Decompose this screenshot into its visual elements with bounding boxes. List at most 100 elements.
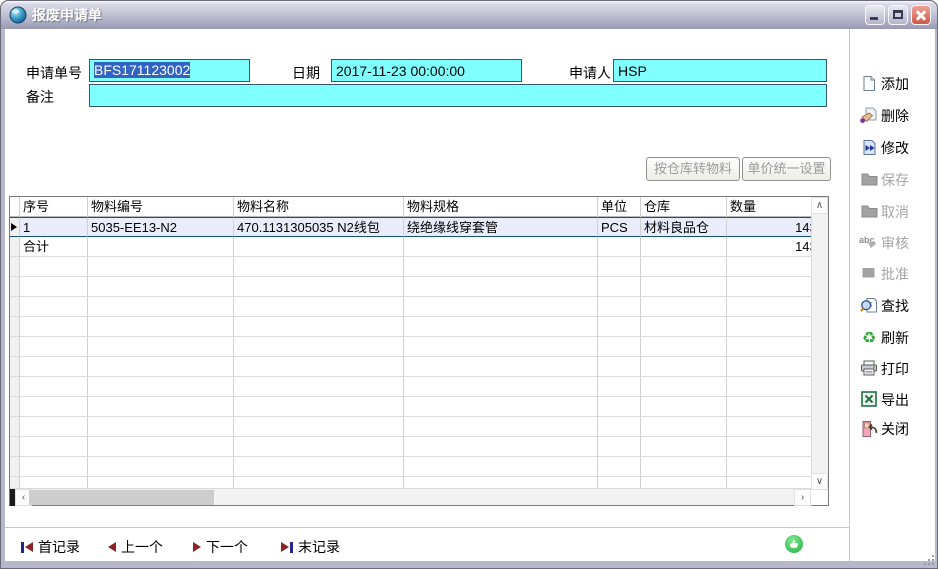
cell-unit: PCS	[598, 217, 641, 237]
table-body: 1 5035-EE13-N2 470.1131305035 N2线包 绕绝缘线穿…	[10, 217, 828, 490]
column-header-warehouse[interactable]: 仓库	[641, 197, 727, 217]
excel-export-icon	[859, 391, 879, 409]
date-input[interactable]	[331, 59, 522, 82]
delete-button[interactable]: 删除	[859, 105, 909, 127]
cell-name: 470.1131305035 N2线包	[234, 217, 404, 237]
main-panel: 申请单号 BFS171123002 日期 申请人 备注 按仓库转物料 单价统一设…	[5, 29, 850, 561]
approve-button: 批准	[859, 263, 909, 285]
add-document-icon	[859, 75, 879, 93]
sidebar-label: 刷新	[881, 328, 909, 348]
column-header-code[interactable]: 物料编号	[88, 197, 234, 217]
nav-label: 首记录	[38, 537, 80, 557]
current-row-pointer-icon	[11, 223, 17, 231]
empty-row	[10, 417, 828, 437]
column-header-spec[interactable]: 物料规格	[404, 197, 598, 217]
close-form-button[interactable]: 关闭	[859, 418, 909, 440]
horizontal-scrollbar[interactable]: ‹ ›	[10, 488, 811, 505]
approve-stamp-icon	[859, 265, 879, 283]
minimize-button[interactable]	[865, 5, 885, 25]
find-button[interactable]: i 查找	[859, 295, 909, 317]
empty-row	[10, 377, 828, 397]
sidebar-label: 审核	[881, 233, 909, 253]
print-button[interactable]: 打印	[859, 358, 909, 380]
close-button[interactable]	[911, 5, 931, 25]
cell-code: 5035-EE13-N2	[88, 217, 234, 237]
column-header-unit[interactable]: 单位	[598, 197, 641, 217]
sidebar-label: 删除	[881, 106, 909, 126]
find-magnifier-icon: i	[859, 297, 879, 315]
thumbs-up-green-icon	[784, 534, 804, 554]
row-selector[interactable]	[10, 217, 20, 237]
export-button[interactable]: 导出	[859, 389, 909, 411]
add-button[interactable]: 添加	[859, 73, 909, 95]
delete-hand-icon	[859, 107, 879, 125]
sidebar-label: 打印	[881, 359, 909, 379]
previous-record-icon	[108, 542, 116, 552]
empty-row	[10, 297, 828, 317]
column-header-seq[interactable]: 序号	[20, 197, 88, 217]
empty-row	[10, 437, 828, 457]
empty-row	[10, 397, 828, 417]
refresh-button[interactable]: ♻ 刷新	[859, 327, 909, 349]
action-sidebar: 添加 删除 修改 保存 取消 abc 审核	[857, 29, 935, 561]
items-table: 序号 物料编号 物料名称 物料规格 单位 仓库 数量 1 5035-EE13-N…	[9, 196, 829, 506]
refresh-recycle-icon: ♻	[859, 329, 879, 347]
nav-label: 下一个	[206, 537, 248, 557]
window-title: 报废申请单	[32, 5, 862, 25]
title-bar: 报废申请单	[1, 1, 937, 29]
unified-price-button: 单价统一设置	[742, 157, 831, 181]
applicant-label: 申请人	[569, 63, 611, 83]
last-record-button[interactable]: 末记录	[281, 537, 340, 557]
scroll-up-icon[interactable]: ∧	[811, 197, 828, 214]
scroll-down-icon[interactable]: ∨	[811, 473, 828, 490]
next-record-icon	[193, 542, 201, 552]
resize-grip[interactable]	[922, 553, 934, 565]
empty-row	[10, 337, 828, 357]
app-window: 报废申请单 申请单号 BFS171123002 日期 申请人 备注 按仓库转物料…	[0, 0, 938, 569]
next-record-button[interactable]: 下一个	[193, 537, 248, 557]
cell-warehouse: 材料良品仓	[641, 217, 727, 237]
date-label: 日期	[292, 63, 320, 83]
sidebar-label: 查找	[881, 296, 909, 316]
audit-button: abc 审核	[859, 232, 909, 254]
printer-icon	[859, 360, 879, 378]
remarks-label: 备注	[26, 87, 54, 107]
column-header-name[interactable]: 物料名称	[234, 197, 404, 217]
maximize-button[interactable]	[888, 5, 908, 25]
cancel-button: 取消	[859, 201, 909, 223]
remarks-input[interactable]	[89, 84, 827, 107]
selected-text: BFS171123002	[94, 62, 190, 78]
cell-spec: 绕绝缘线穿套管	[404, 217, 598, 237]
transfer-by-warehouse-button: 按仓库转物料	[646, 157, 740, 181]
cell-seq: 1	[20, 217, 88, 237]
request-no-input[interactable]: BFS171123002	[89, 59, 250, 82]
total-row: 合计 1435	[10, 237, 828, 257]
client-area: 申请单号 BFS171123002 日期 申请人 备注 按仓库转物料 单价统一设…	[5, 29, 935, 561]
cancel-folder-icon	[859, 203, 879, 221]
scrollbar-thumb[interactable]	[29, 490, 214, 505]
previous-record-button[interactable]: 上一个	[108, 537, 163, 557]
sidebar-label: 添加	[881, 74, 909, 94]
save-folder-icon	[859, 171, 879, 189]
last-record-icon	[281, 542, 293, 553]
nav-label: 上一个	[121, 537, 163, 557]
audit-abc-icon: abc	[859, 234, 879, 252]
sidebar-label: 保存	[881, 170, 909, 190]
table-header-row: 序号 物料编号 物料名称 物料规格 单位 仓库 数量	[10, 197, 828, 217]
sidebar-label: 导出	[881, 390, 909, 410]
empty-row	[10, 257, 828, 277]
empty-row	[10, 357, 828, 377]
scroll-right-icon[interactable]: ›	[794, 489, 811, 506]
request-no-label: 申请单号	[26, 63, 82, 83]
vertical-scrollbar[interactable]: ∧ ∨	[811, 197, 828, 490]
record-navigation-bar: 首记录 上一个 下一个 末记录	[5, 527, 850, 561]
modify-button[interactable]: 修改	[859, 137, 909, 159]
empty-row	[10, 457, 828, 477]
table-row[interactable]: 1 5035-EE13-N2 470.1131305035 N2线包 绕绝缘线穿…	[10, 217, 828, 237]
applicant-input[interactable]	[613, 59, 827, 82]
sidebar-label: 取消	[881, 202, 909, 222]
empty-row	[10, 317, 828, 337]
first-record-button[interactable]: 首记录	[21, 537, 80, 557]
empty-row	[10, 277, 828, 297]
nav-label: 末记录	[298, 537, 340, 557]
